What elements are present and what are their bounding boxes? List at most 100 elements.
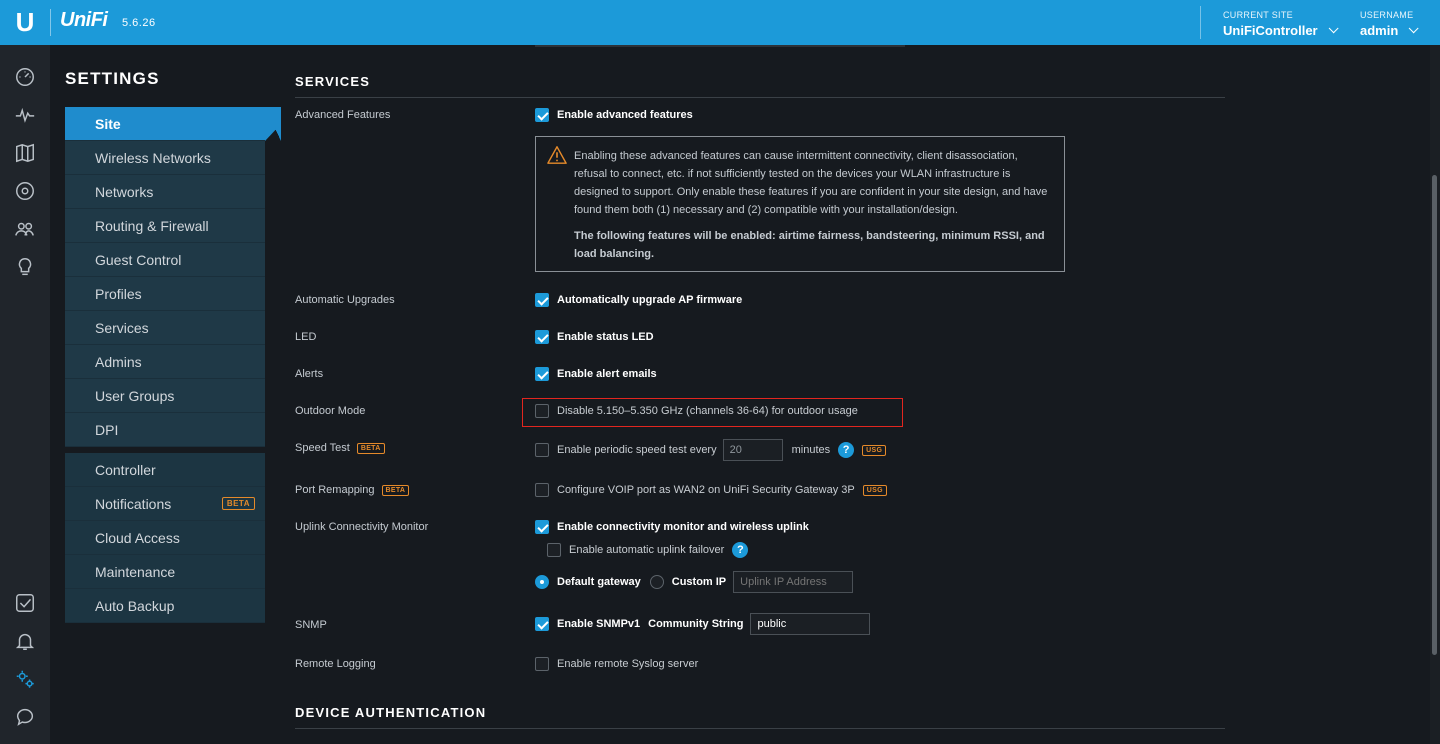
nav-item-admins[interactable]: Admins xyxy=(65,345,265,379)
help-icon[interactable]: ? xyxy=(838,442,855,458)
outdoor-mode-checkbox[interactable] xyxy=(535,404,549,418)
remote-logging-text: Enable remote Syslog server xyxy=(557,658,699,670)
nav-item-cloud-access[interactable]: Cloud Access xyxy=(65,521,265,555)
led-checkbox[interactable] xyxy=(535,330,549,344)
usg-badge: USG xyxy=(862,444,887,456)
warning-bold-text: The following features will be enabled: … xyxy=(574,230,1045,260)
nav-item-wireless-networks[interactable]: Wireless Networks xyxy=(65,141,265,175)
port-remapping-label-text: Port Remapping xyxy=(295,484,375,496)
current-site-label: CURRENT SITE xyxy=(1223,10,1293,20)
port-remapping-text: Configure VOIP port as WAN2 on UniFi Sec… xyxy=(557,484,855,496)
chevron-down-icon xyxy=(1408,23,1419,34)
uplink-ip-input[interactable] xyxy=(733,571,854,593)
clients-icon[interactable] xyxy=(13,217,37,241)
device-auth-section-title: DEVICE AUTHENTICATION xyxy=(295,705,487,720)
nav-item-site[interactable]: Site xyxy=(65,107,281,141)
snmp-row: Enable SNMPv1 Community String xyxy=(535,613,871,635)
speed-test-text: Enable periodic speed test every xyxy=(557,444,717,456)
nav-item-notifications-label: Notifications xyxy=(95,496,172,512)
settings-icon[interactable] xyxy=(13,667,37,691)
nav-item-dpi[interactable]: DPI xyxy=(65,413,265,447)
default-gateway-text: Default gateway xyxy=(557,576,641,588)
advanced-features-warning: Enabling these advanced features can cau… xyxy=(535,136,1065,272)
uplink-failover-checkbox[interactable] xyxy=(547,543,561,557)
dashboard-icon[interactable] xyxy=(13,65,37,89)
led-row[interactable]: Enable status LED xyxy=(535,330,654,344)
remote-logging-row[interactable]: Enable remote Syslog server xyxy=(535,657,698,671)
speed-test-checkbox[interactable] xyxy=(535,443,549,457)
nav-item-services[interactable]: Services xyxy=(65,311,265,345)
nav-item-profiles[interactable]: Profiles xyxy=(65,277,265,311)
outdoor-mode-row[interactable]: Disable 5.150–5.350 GHz (channels 36-64)… xyxy=(535,404,858,418)
username-menu[interactable]: USERNAME admin xyxy=(1360,10,1419,38)
chat-icon[interactable] xyxy=(13,705,37,729)
uplink-failover-row[interactable]: Enable automatic uplink failover ? xyxy=(547,542,749,558)
settings-content: SERVICES Advanced Features Enable advanc… xyxy=(280,45,1430,744)
alerts-checkbox[interactable] xyxy=(535,367,549,381)
snmp-text: Enable SNMPv1 xyxy=(557,618,641,630)
remote-logging-checkbox[interactable] xyxy=(535,657,549,671)
port-remapping-checkbox[interactable] xyxy=(535,483,549,497)
default-gateway-radio[interactable] xyxy=(535,575,549,589)
uplink-monitor-label: Uplink Connectivity Monitor xyxy=(295,521,429,533)
alerts-label: Alerts xyxy=(295,368,324,380)
brand-separator xyxy=(50,9,51,36)
community-string-input[interactable] xyxy=(750,613,871,635)
events-icon[interactable] xyxy=(13,591,37,615)
beta-badge: BETA xyxy=(356,442,385,454)
beta-badge: BETA xyxy=(381,484,410,496)
settings-nav: Site Wireless Networks Networks Routing … xyxy=(65,107,281,623)
current-site-selector[interactable]: CURRENT SITE UniFiController xyxy=(1223,10,1339,38)
statistics-icon[interactable] xyxy=(13,103,37,127)
settings-title: SETTINGS xyxy=(65,69,160,88)
custom-ip-radio[interactable] xyxy=(649,575,664,589)
insights-icon[interactable] xyxy=(13,255,37,279)
outdoor-mode-label: Outdoor Mode xyxy=(295,405,366,417)
nav-item-networks[interactable]: Networks xyxy=(65,175,265,209)
speed-test-interval-input[interactable] xyxy=(722,439,783,461)
snmp-label: SNMP xyxy=(295,619,327,631)
uplink-failover-text: Enable automatic uplink failover xyxy=(569,544,725,556)
ubiquiti-logo-icon[interactable]: U xyxy=(0,0,50,45)
uplink-monitor-row[interactable]: Enable connectivity monitor and wireless… xyxy=(535,520,809,534)
username-value: admin xyxy=(1360,23,1399,38)
snmp-checkbox[interactable] xyxy=(535,617,549,631)
custom-ip-text: Custom IP xyxy=(671,576,727,588)
scrollbar-thumb[interactable] xyxy=(1432,175,1437,655)
advanced-features-checkbox[interactable] xyxy=(535,108,549,122)
devices-icon[interactable] xyxy=(13,179,37,203)
top-bar: U UniFi 5.6.26 CURRENT SITE UniFiControl… xyxy=(0,0,1440,45)
outdoor-mode-text: Disable 5.150–5.350 GHz (channels 36-64)… xyxy=(557,405,858,417)
advanced-features-row[interactable]: Enable advanced features xyxy=(535,108,693,122)
remote-logging-label: Remote Logging xyxy=(295,658,376,670)
brand-name: UniFi xyxy=(60,9,108,31)
username-label: USERNAME xyxy=(1360,10,1414,20)
automatic-upgrades-checkbox[interactable] xyxy=(535,293,549,307)
help-icon[interactable]: ? xyxy=(732,542,749,558)
warning-icon xyxy=(547,146,567,164)
chevron-down-icon xyxy=(1328,23,1339,34)
nav-item-routing-firewall[interactable]: Routing & Firewall xyxy=(65,209,265,243)
port-remapping-row[interactable]: Configure VOIP port as WAN2 on UniFi Sec… xyxy=(535,483,887,497)
uplink-monitor-text: Enable connectivity monitor and wireless… xyxy=(557,521,809,533)
nav-item-maintenance[interactable]: Maintenance xyxy=(65,555,265,589)
alerts-icon[interactable] xyxy=(13,629,37,653)
alerts-row[interactable]: Enable alert emails xyxy=(535,367,657,381)
nav-item-notifications[interactable]: Notifications BETA xyxy=(65,487,265,521)
nav-item-user-groups[interactable]: User Groups xyxy=(65,379,265,413)
speed-test-row: Enable periodic speed test every minutes… xyxy=(535,439,887,461)
nav-item-controller[interactable]: Controller xyxy=(65,453,265,487)
alerts-text: Enable alert emails xyxy=(557,368,657,380)
section-divider xyxy=(295,97,1225,98)
header-separator xyxy=(1200,6,1201,39)
services-section-title: SERVICES xyxy=(295,74,371,89)
uplink-monitor-checkbox[interactable] xyxy=(535,520,549,534)
nav-item-guest-control[interactable]: Guest Control xyxy=(65,243,265,277)
advanced-features-label: Advanced Features xyxy=(295,109,391,121)
section-divider xyxy=(295,728,1225,729)
beta-badge: BETA xyxy=(221,497,255,510)
advanced-features-text: Enable advanced features xyxy=(557,109,693,121)
nav-item-auto-backup[interactable]: Auto Backup xyxy=(65,589,265,623)
automatic-upgrades-row[interactable]: Automatically upgrade AP firmware xyxy=(535,293,742,307)
map-icon[interactable] xyxy=(13,141,37,165)
